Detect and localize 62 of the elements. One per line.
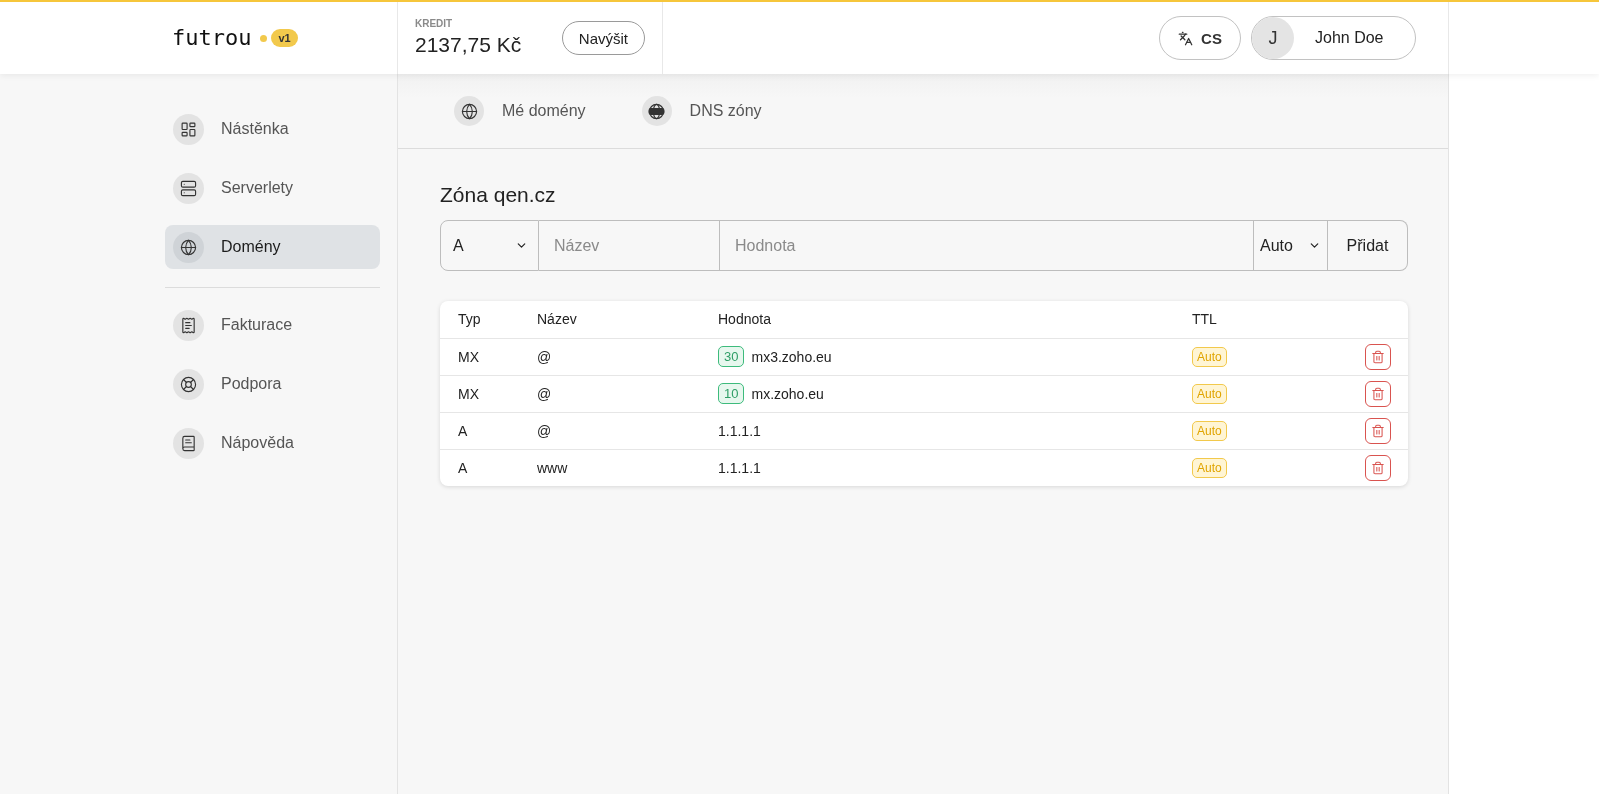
priority-badge: 10 xyxy=(718,383,745,404)
sidebar-item[interactable]: Nápověda xyxy=(165,421,380,465)
column-header: TTL xyxy=(1192,301,1348,338)
globe-icon xyxy=(173,231,204,263)
table-cell: MX xyxy=(440,338,537,375)
logo: futrou xyxy=(172,27,252,49)
ttl-badge: Auto xyxy=(1192,383,1227,404)
table-cell: www xyxy=(537,449,718,486)
record-type-select[interactable]: A xyxy=(440,220,539,271)
sidebar-item[interactable]: Podpora xyxy=(165,362,380,406)
globe-banner-icon xyxy=(641,96,672,126)
table-cell: MX xyxy=(440,375,537,412)
book-icon xyxy=(173,427,204,459)
value-input[interactable]: Hodnota xyxy=(720,220,1254,271)
trash-icon xyxy=(1371,460,1385,475)
receipt-icon xyxy=(173,309,204,341)
tab[interactable]: DNS zóny xyxy=(641,96,762,126)
dashboard-icon xyxy=(173,113,204,145)
sidebar-item[interactable]: Nástěnka xyxy=(165,107,380,151)
avatar: J xyxy=(1252,17,1294,59)
table-cell: A xyxy=(440,412,537,449)
dot-icon xyxy=(260,34,268,42)
column-header: Typ xyxy=(440,301,537,338)
translate-icon xyxy=(1178,30,1194,46)
delete-button[interactable] xyxy=(1365,380,1391,407)
ttl-badge: Auto xyxy=(1192,420,1227,441)
table-cell: 1.1.1.1 xyxy=(718,459,761,476)
trash-icon xyxy=(1371,423,1385,438)
priority-badge: 30 xyxy=(718,346,745,367)
table-cell: 1.1.1.1 xyxy=(718,422,761,439)
zone-title: Zóna qen.cz xyxy=(440,182,557,208)
lifebuoy-icon xyxy=(173,368,204,400)
trash-icon xyxy=(1371,349,1385,364)
column-header: Název xyxy=(537,301,718,338)
table-cell: A xyxy=(440,449,537,486)
table-cell: mx3.zoho.eu xyxy=(751,348,832,365)
table-cell: @ xyxy=(537,412,718,449)
version-badge: v1 xyxy=(271,29,298,47)
table-cell: @ xyxy=(537,338,718,375)
language-button[interactable]: CS xyxy=(1159,16,1241,60)
ttl-badge: Auto xyxy=(1192,346,1227,367)
user-menu-button[interactable]: J John Doe xyxy=(1251,16,1416,60)
table-cell: @ xyxy=(537,375,718,412)
sidebar-item[interactable]: Serverlety xyxy=(165,166,380,210)
name-input[interactable]: Název xyxy=(539,220,720,271)
ttl-select[interactable]: Auto xyxy=(1254,220,1328,271)
table-cell: mx.zoho.eu xyxy=(751,385,824,402)
add-button[interactable]: Přidat xyxy=(1328,220,1408,271)
sidebar-item[interactable]: Fakturace xyxy=(165,303,380,347)
credit-amount: 2137,75 Kč xyxy=(415,32,522,58)
column-header: Hodnota xyxy=(718,301,1192,338)
delete-button[interactable] xyxy=(1365,343,1391,370)
delete-button[interactable] xyxy=(1365,454,1391,481)
trash-icon xyxy=(1371,386,1385,401)
top-up-button[interactable]: Navýšit xyxy=(561,21,645,55)
server-icon xyxy=(173,172,204,204)
tab[interactable]: Mé domény xyxy=(454,96,586,126)
delete-button[interactable] xyxy=(1365,417,1391,444)
sidebar-item[interactable]: Domény xyxy=(165,225,380,269)
globe-icon xyxy=(454,96,484,126)
ttl-badge: Auto xyxy=(1192,457,1227,478)
credit-label: KREDIT xyxy=(415,18,454,30)
